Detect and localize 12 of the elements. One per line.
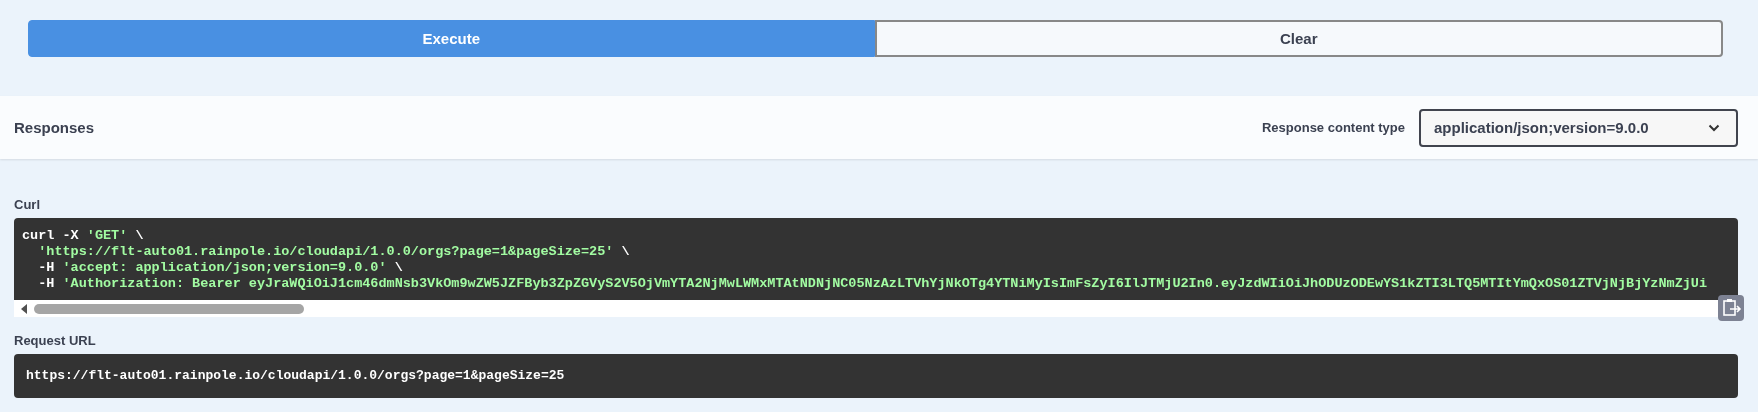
clear-button[interactable]: Clear (874, 20, 1723, 57)
section-label: Curl (14, 197, 41, 212)
code-block: curl -X 'GET' \ 'https://flt-auto01.rainpole.io/cloudapi/1.0.0/orgs?page=1&pageSize=25' \ -H 'accept: application/json;version=9.0.0' \ -H 'Authorization: Bearer eyJraWQiOiJ1cm46dmNsb3VkOm9wZW5JZFByb3ZpZGVyS2V5OjVmYTA2NjMwLWMxMTAtNDNjNC05NzAzLTVhYjNkOTg4YTNiMyIsImFsZyI6IlJTMjU2In0.eyJzdWIiOiJhODUzODEwYS1kZTI3LTQ5MTItYmQxOS01ZTVjNjBjYzNmZjUi (14, 218, 1738, 300)
field-label: Response content type (1261, 120, 1405, 135)
copy-icon[interactable] (1718, 295, 1744, 321)
section-title: Responses (14, 119, 95, 136)
request-url: https://flt-auto01.rainpole.io/cloudapi/1.0.0/orgs?page=1&pageSize=25 (14, 354, 1738, 398)
scroll-left-icon[interactable] (20, 303, 28, 314)
chevron-icon (1708, 123, 1720, 132)
scrollbar-thumb[interactable] (34, 303, 304, 314)
content-type-dropdown[interactable]: application/json;version=9.0.0 (1419, 108, 1738, 147)
section-label: Request URL (14, 333, 97, 348)
